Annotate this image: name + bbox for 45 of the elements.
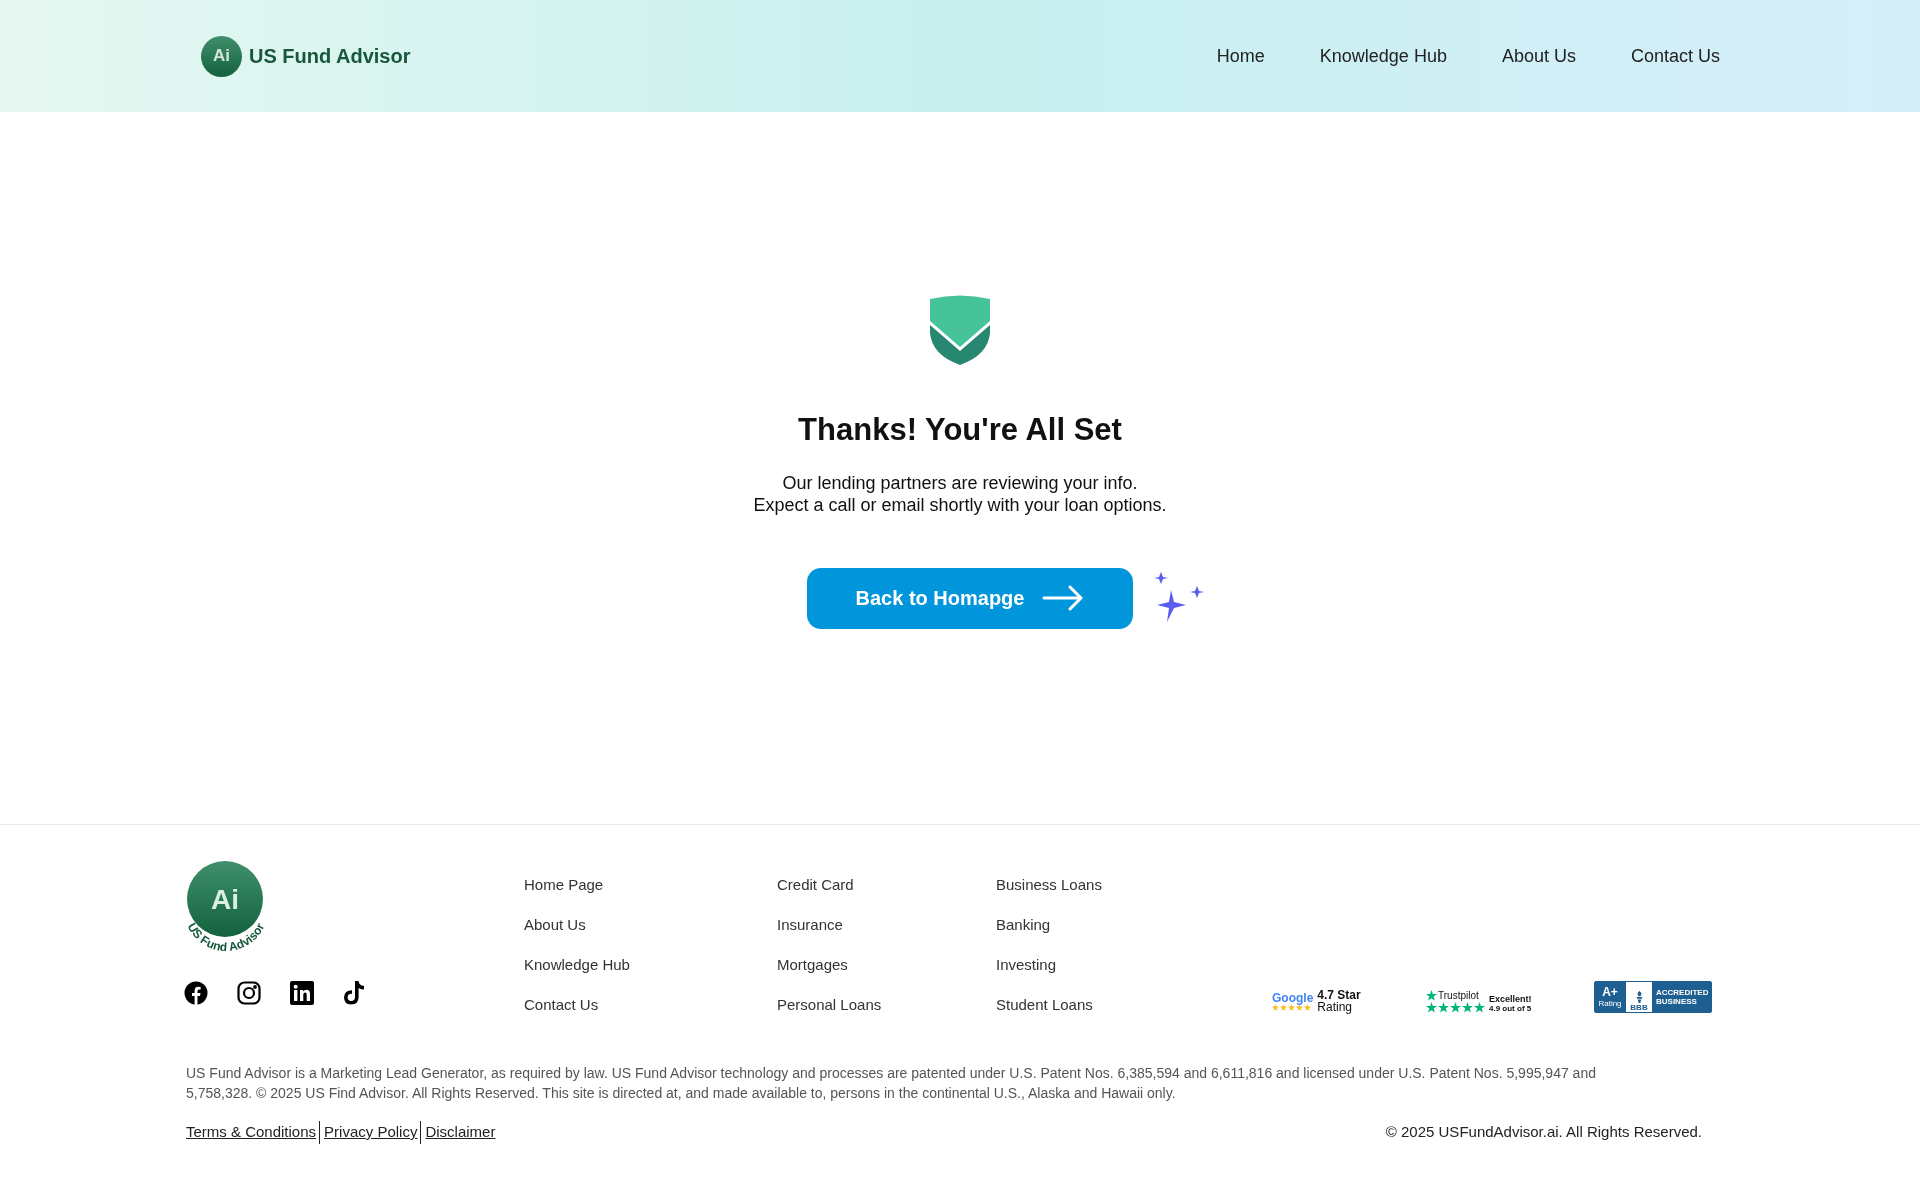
footer-link[interactable]: Knowledge Hub	[524, 955, 777, 975]
rating-text: 4.7 Star	[1317, 989, 1361, 1001]
legal-link[interactable]: Terms & Conditions	[186, 1121, 317, 1144]
nav-link[interactable]: Contact Us	[1630, 42, 1720, 70]
message-text: Our lending partners are reviewing your info.	[782, 471, 1138, 494]
footer-link[interactable]: Home Page	[524, 875, 777, 895]
arrow-right-icon	[1042, 585, 1085, 611]
nav-link[interactable]: About Us	[1501, 42, 1576, 70]
business-text: BUSINESS	[1656, 997, 1698, 1006]
grade-text: A+	[1602, 986, 1618, 999]
grade-label: Rating	[1598, 999, 1622, 1008]
footer-link[interactable]: Mortgages	[777, 955, 996, 975]
footer-link[interactable]: Investing	[996, 955, 1146, 975]
footer-link[interactable]: Insurance	[777, 915, 996, 935]
message-text: Expect a call or email shortly with your loan options.	[753, 493, 1167, 516]
footer-link[interactable]: About Us	[524, 915, 777, 935]
footer-link[interactable]: Business Loans	[996, 875, 1146, 895]
rating-label: Rating	[1317, 1001, 1354, 1013]
heading: Thanks! You're All Set	[798, 411, 1122, 449]
legal-link[interactable]: Disclaimer	[420, 1121, 496, 1144]
footer-link[interactable]: Credit Card	[777, 875, 996, 895]
footer-link[interactable]: Personal Loans	[777, 995, 996, 1015]
trustpilot-logo-text: Trustpilot	[1426, 990, 1485, 1001]
torch-icon	[1634, 991, 1644, 1003]
google-logo-text: Google	[1272, 991, 1314, 1004]
footer-link[interactable]: Student Loans	[996, 995, 1146, 1015]
accredited-text: ACCREDITED	[1656, 988, 1709, 997]
tiktok-icon[interactable]	[343, 981, 365, 1005]
instagram-icon[interactable]	[237, 981, 261, 1005]
facebook-icon[interactable]	[184, 981, 208, 1005]
star-icon	[1426, 990, 1437, 1001]
rating-label: 4.9 out of 5	[1489, 1004, 1532, 1013]
logo-icon[interactable]: Ai	[201, 35, 242, 77]
copyright-text: © 2025 USFundAdvisor.ai. All Rights Reserved.	[1385, 1122, 1702, 1142]
nav-link[interactable]: Home	[1216, 42, 1265, 70]
linkedin-icon[interactable]	[290, 981, 314, 1005]
footer-link[interactable]: Contact Us	[524, 995, 777, 1015]
footer-link[interactable]: Banking	[996, 915, 1146, 935]
disclaimer-text: US Fund Advisor is a Marketing Lead Generator, as required by law. US Fund Advisor technology and processes are patented under U.S. Patent Nos. 6,385,594 and 6,611,816 and licensed under U.S. Patent Nos. 5,995,947 and 5,758,328. © 2025 US Find Advisor. All Rights Reserved. This site is directed at, and made available to, persons in the continental U.S., Alaska and Hawaii only.	[186, 1064, 1597, 1103]
legal-link[interactable]: Privacy Policy	[319, 1121, 418, 1144]
shield-check-icon	[928, 295, 992, 365]
bbb-text: BBB	[1630, 1003, 1648, 1012]
brand-name[interactable]: US Fund Advisor	[249, 41, 411, 71]
rating-text: Excellent!	[1489, 994, 1532, 1004]
nav-link[interactable]: Knowledge Hub	[1319, 42, 1447, 70]
